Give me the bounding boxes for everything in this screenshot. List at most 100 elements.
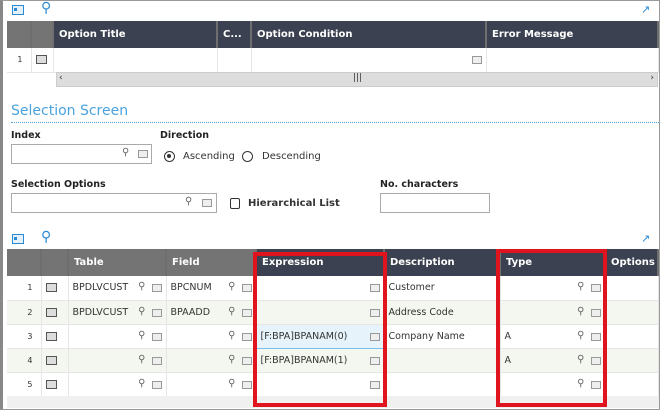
row-detail-icon[interactable] [45, 379, 57, 389]
table-value: BPDLVCUST [72, 306, 129, 318]
c-cell[interactable] [217, 48, 252, 73]
ascending-label: Ascending [183, 151, 235, 162]
col-description[interactable]: Description [384, 249, 501, 276]
col-field[interactable]: Field [166, 249, 257, 276]
field-cell[interactable]: BPAADD ⚲ [166, 300, 257, 325]
search-icon[interactable]: ⚲ [122, 147, 129, 158]
search-icon[interactable]: ⚲ [228, 306, 235, 317]
selection-options-label: Selection Options [11, 179, 106, 190]
index-input[interactable] [11, 144, 152, 164]
list-view-icon[interactable] [12, 234, 24, 244]
search-icon[interactable]: ⚲ [138, 354, 145, 365]
description-value: Company Name [388, 330, 465, 342]
detail-icon[interactable] [471, 56, 482, 64]
detail-icon[interactable] [151, 380, 162, 389]
row-number: 3 [7, 324, 42, 349]
hierarchical-label: Hierarchical List [248, 198, 340, 209]
highlight-expression [253, 252, 387, 407]
description-value: Customer [388, 282, 435, 294]
field-cell[interactable]: ⚲ [166, 348, 257, 373]
field-cell[interactable]: ⚲ [166, 324, 257, 349]
search-icon[interactable]: ⚲ [138, 330, 145, 341]
options-cell[interactable] [605, 348, 659, 373]
scroll-right-icon[interactable]: › [650, 73, 654, 83]
row-detail-icon[interactable] [45, 355, 57, 365]
description-cell [384, 372, 501, 397]
horizontal-scrollbar[interactable]: ‹ ||| › [56, 72, 658, 87]
divider [11, 122, 660, 123]
options-cell[interactable] [605, 324, 659, 349]
options-cell[interactable] [605, 300, 659, 325]
no-characters-input[interactable] [380, 193, 490, 213]
option-title-cell[interactable] [53, 48, 218, 73]
detail-icon[interactable] [138, 150, 148, 158]
detail-icon[interactable] [202, 199, 212, 207]
col-option-title[interactable]: Option Title [53, 21, 218, 48]
options-cell[interactable] [605, 372, 659, 397]
field-value: BPCNUM [170, 282, 212, 294]
scroll-thumb-icon[interactable]: ||| [353, 73, 362, 83]
expand-icon[interactable]: ↗ [641, 3, 650, 16]
detail-icon[interactable] [151, 332, 162, 341]
option-condition-cell[interactable] [251, 48, 487, 73]
detail-icon[interactable] [151, 284, 162, 292]
description-cell: Company Name [384, 324, 501, 349]
table-cell[interactable]: BPDLVCUST ⚲ [68, 276, 167, 301]
description-cell [384, 348, 501, 373]
search-icon[interactable]: ⚲ [228, 330, 235, 341]
search-icon[interactable]: ⚲ [228, 281, 235, 292]
hierarchical-checkbox[interactable] [230, 198, 240, 209]
table-cell[interactable]: ⚲ [68, 324, 167, 349]
error-message-cell[interactable] [486, 48, 659, 73]
highlight-type [496, 249, 607, 407]
direction-label: Direction [160, 130, 209, 141]
expand-icon[interactable]: ↗ [641, 232, 650, 245]
search-icon[interactable]: ⚲ [41, 0, 51, 16]
search-icon[interactable]: ⚲ [228, 378, 235, 389]
search-icon[interactable]: ⚲ [138, 378, 145, 389]
table-cell[interactable]: BPDLVCUST ⚲ [68, 300, 167, 325]
no-characters-label: No. characters [380, 179, 459, 190]
scroll-left-icon[interactable]: ‹ [59, 73, 63, 83]
index-label: Index [11, 130, 41, 141]
row-number: 1 [7, 48, 32, 73]
search-icon[interactable]: ⚲ [228, 354, 235, 365]
table-cell[interactable]: ⚲ [68, 372, 167, 397]
search-icon[interactable]: ⚲ [185, 196, 192, 207]
list-view-icon[interactable] [12, 5, 24, 15]
detail-icon[interactable] [241, 308, 252, 317]
search-icon[interactable]: ⚲ [138, 281, 145, 292]
row-number: 1 [7, 276, 42, 301]
row-number: 4 [7, 348, 42, 373]
detail-icon[interactable] [241, 380, 252, 389]
detail-icon[interactable] [241, 332, 252, 341]
col-options[interactable]: Options [605, 249, 659, 276]
detail-icon[interactable] [151, 356, 162, 365]
description-cell: Customer [384, 276, 501, 301]
field-cell[interactable]: BPCNUM ⚲ [166, 276, 257, 301]
detail-icon[interactable] [241, 284, 252, 292]
description-cell: Address Code [384, 300, 501, 325]
detail-icon[interactable] [241, 356, 252, 365]
detail-icon[interactable] [151, 308, 162, 317]
radio-descending[interactable] [242, 151, 253, 162]
table-cell[interactable]: ⚲ [68, 348, 167, 373]
row-detail-icon[interactable] [35, 55, 47, 65]
row-detail-icon[interactable] [45, 283, 57, 293]
radio-ascending[interactable] [164, 151, 175, 162]
row-detail-icon[interactable] [45, 331, 57, 341]
col-c[interactable]: C... [217, 21, 252, 48]
description-value: Address Code [388, 306, 454, 318]
col-option-condition[interactable]: Option Condition [251, 21, 487, 48]
table-value: BPDLVCUST [72, 282, 129, 294]
options-grid: Option Title C... Option Condition Error… [7, 21, 659, 73]
search-icon[interactable]: ⚲ [41, 229, 51, 245]
search-icon[interactable]: ⚲ [138, 306, 145, 317]
row-detail-icon[interactable] [45, 307, 57, 317]
section-title: Selection Screen [11, 103, 129, 119]
col-table[interactable]: Table [68, 249, 167, 276]
options-cell[interactable] [605, 276, 659, 301]
table-row[interactable]: 1 [7, 48, 659, 73]
col-error-message[interactable]: Error Message [486, 21, 659, 48]
field-cell[interactable]: ⚲ [166, 372, 257, 397]
